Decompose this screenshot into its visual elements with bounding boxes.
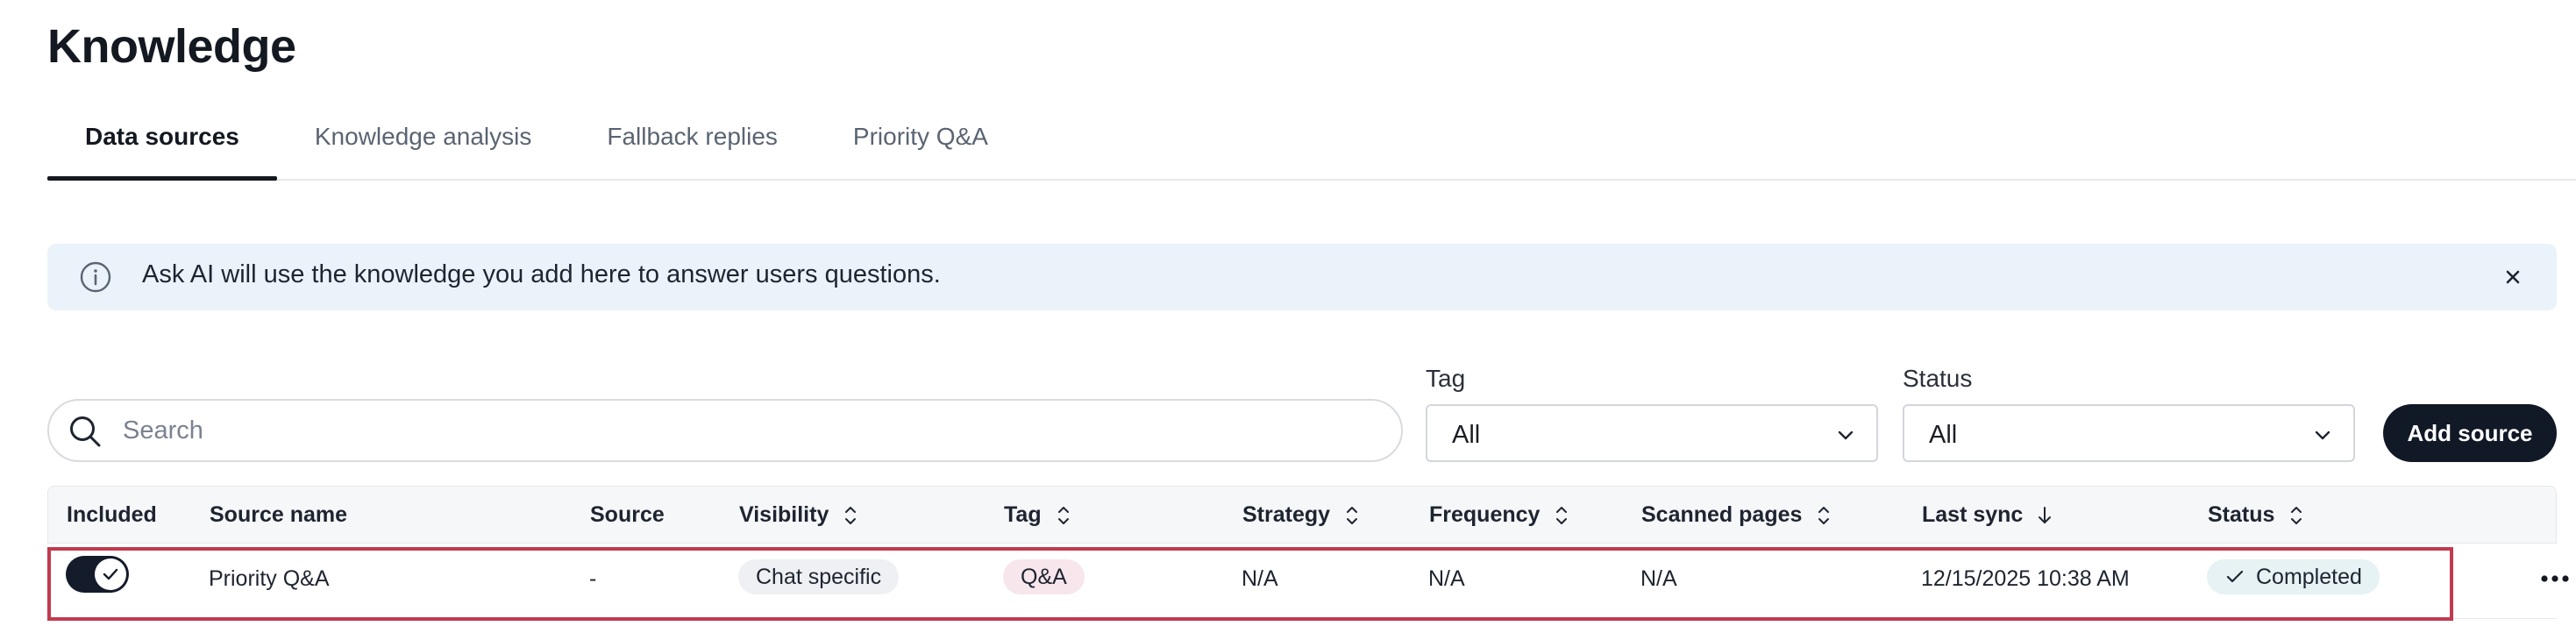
tab-fallback-replies[interactable]: Fallback replies [569, 114, 815, 181]
tab-data-sources[interactable]: Data sources [47, 114, 277, 181]
knowledge-page: Knowledge Data sources Knowledge analysi… [0, 0, 2576, 626]
column-label: Strategy [1242, 502, 1331, 527]
column-label: Included [67, 502, 157, 527]
column-label: Source name [210, 502, 348, 527]
column-header-frequency: Frequency [1429, 502, 1569, 528]
row-highlight-frame [47, 547, 2453, 621]
column-label: Status [2208, 502, 2275, 527]
banner-message: Ask AI will use the knowledge you add he… [142, 260, 941, 288]
tag-filter-select[interactable]: All [1426, 404, 1878, 462]
column-label: Scanned pages [1641, 502, 1803, 527]
info-icon [80, 261, 111, 293]
sort-icon[interactable] [1344, 504, 1360, 527]
column-header-included: Included [67, 502, 157, 528]
info-banner: Ask AI will use the knowledge you add he… [47, 244, 2557, 310]
search-box [47, 399, 1403, 462]
sort-icon[interactable] [2288, 504, 2304, 527]
tab-priority-qa[interactable]: Priority Q&A [815, 114, 1026, 181]
sort-icon[interactable] [1816, 504, 1832, 527]
column-header-tag: Tag [1004, 502, 1071, 528]
status-filter-value: All [1929, 421, 1958, 449]
status-filter-label: Status [1903, 365, 1973, 392]
tag-filter-label: Tag [1426, 365, 1466, 392]
sort-icon[interactable] [843, 504, 858, 527]
column-header-last-sync: Last sync [1922, 502, 2053, 528]
chevron-down-icon [2315, 430, 2330, 440]
column-header-source: Source [590, 502, 665, 528]
tab-knowledge-analysis[interactable]: Knowledge analysis [277, 114, 570, 181]
tag-filter-value: All [1452, 421, 1481, 449]
add-source-button[interactable]: Add source [2383, 404, 2557, 462]
sort-icon[interactable] [1554, 504, 1569, 527]
more-options-icon[interactable] [2536, 568, 2574, 589]
tab-bar: Data sources Knowledge analysis Fallback… [47, 114, 1026, 181]
table-header: Included Source name Source Visibility T… [47, 486, 2557, 544]
search-icon [70, 416, 101, 447]
column-label: Source [590, 502, 665, 527]
column-label: Tag [1004, 502, 1042, 527]
tab-divider [47, 179, 2576, 181]
column-label: Visibility [739, 502, 829, 527]
page-title: Knowledge [47, 20, 296, 73]
search-input[interactable] [123, 411, 1350, 450]
status-filter-select[interactable]: All [1903, 404, 2355, 462]
column-label: Last sync [1922, 502, 2024, 527]
column-header-scanned-pages: Scanned pages [1641, 502, 1832, 528]
close-icon[interactable] [2499, 263, 2527, 291]
chevron-down-icon [1838, 430, 1854, 440]
column-header-status: Status [2208, 502, 2304, 528]
column-header-strategy: Strategy [1242, 502, 1360, 528]
column-header-source-name: Source name [210, 502, 347, 528]
column-label: Frequency [1429, 502, 1541, 527]
arrow-down-icon[interactable] [2037, 504, 2053, 527]
column-header-visibility: Visibility [739, 502, 858, 528]
sort-icon[interactable] [1056, 504, 1071, 527]
